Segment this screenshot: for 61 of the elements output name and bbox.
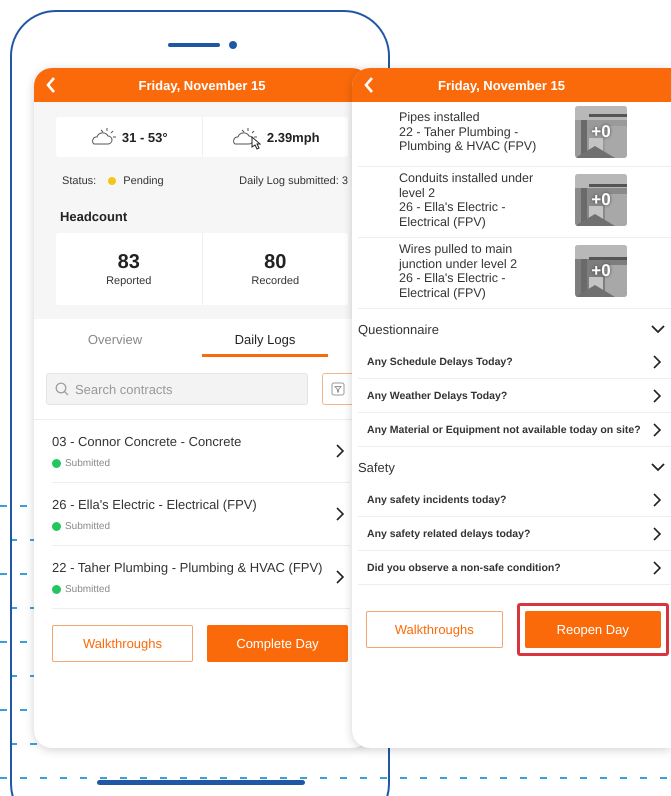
status-value: Pending (123, 175, 164, 187)
photo-count: +0 (591, 262, 611, 280)
contract-item[interactable]: 03 - Connor Concrete - Concrete Submitted (52, 420, 350, 483)
search-field[interactable]: Search contracts (46, 373, 308, 405)
photo-count: +0 (591, 191, 611, 209)
cloud-sun-icon (230, 127, 257, 147)
status-text: Submitted (65, 458, 110, 468)
question-item[interactable]: Any Material or Equipment not available today on site? (358, 413, 671, 447)
contract-name: 26 - Ella's Electric - Electrical (FPV) (52, 496, 258, 512)
chevron-right-icon (653, 354, 661, 368)
tab[interactable]: Overview (52, 319, 178, 357)
filter-icon (331, 382, 345, 396)
back-icon[interactable] (46, 77, 56, 93)
temperature-range: 31 - 53° (122, 130, 168, 144)
photo-thumbnail[interactable]: +0 (575, 245, 627, 297)
chevron-down-icon (651, 325, 665, 334)
question-item[interactable]: Any Schedule Delays Today? (358, 345, 671, 379)
chevron-down-icon (651, 463, 665, 472)
chevron-right-icon (653, 526, 661, 540)
tab[interactable]: Daily Logs (202, 319, 328, 357)
chevron-right-icon (336, 444, 344, 458)
question-item[interactable]: Any safety related delays today? (358, 517, 671, 551)
header-title: Friday, November 15 (138, 78, 266, 92)
chevron-right-icon (653, 492, 661, 506)
status-text: Submitted (65, 520, 110, 532)
section-title: Headcount (60, 209, 128, 224)
activity-text: Conduits installed under level 2 26 - Ella's Electric - Electrical (FPV) (399, 171, 534, 229)
activity-text: Pipes installed 22 - Taher Plumbing - Plumbing & HVAC (FPV) (399, 110, 538, 154)
contract-item[interactable]: 26 - Ella's Electric - Electrical (FPV) Submitted (52, 483, 350, 546)
chevron-right-icon (653, 422, 661, 436)
contract-name: 03 - Connor Concrete - Concrete (52, 434, 242, 448)
status-text: Submitted (65, 584, 110, 594)
chevron-right-icon (653, 388, 661, 402)
question-item[interactable]: Any safety incidents today? (358, 483, 671, 517)
cursor-icon (250, 136, 261, 150)
contract-item[interactable]: 22 - Taher Plumbing - Plumbing & HVAC (FPV) Submitted (52, 546, 350, 609)
cloud-sun-icon (90, 127, 116, 147)
status-label: Status: (62, 175, 96, 187)
header-title: Friday, November 15 (437, 78, 566, 92)
question-item[interactable]: Did you observe a non-safe condition? (358, 551, 671, 585)
wind-speed: 2.39mph (266, 130, 320, 144)
search-icon (55, 382, 69, 396)
headcount-label: Recorded (251, 275, 300, 287)
section-header[interactable]: Safety (352, 447, 671, 483)
chevron-right-icon (653, 560, 661, 574)
phone-speaker-icon (168, 40, 240, 50)
submitted-count: Daily Log submitted: 3 (239, 175, 348, 187)
photo-count: +0 (591, 123, 611, 141)
chevron-right-icon (336, 507, 344, 521)
headcount-number: 83 (118, 251, 140, 274)
section-title: Safety (358, 460, 395, 475)
contract-name: 22 - Taher Plumbing - Plumbing & HVAC (FPV) (52, 560, 324, 574)
headcount-number: 80 (264, 251, 286, 274)
filter-button[interactable] (322, 373, 354, 405)
chevron-right-icon (336, 570, 344, 584)
question-item[interactable]: Any Weather Delays Today? (358, 379, 671, 413)
activity-text: Wires pulled to main junction under level 2 26 - Ella's Electric - Electrical (FPV) (399, 242, 518, 300)
section-header[interactable]: Questionnaire (352, 309, 671, 345)
section-title: Questionnaire (358, 322, 439, 337)
back-icon[interactable] (364, 77, 374, 93)
headcount-label: Reported (106, 275, 152, 287)
